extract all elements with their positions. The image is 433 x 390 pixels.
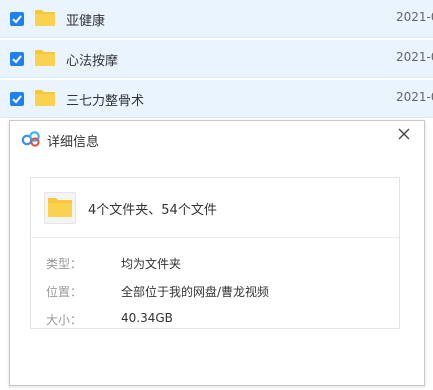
checkbox-checked-icon[interactable] (10, 92, 24, 106)
file-date: 2021-0 (396, 50, 433, 64)
selection-summary: 4个文件夹、54个文件 (88, 203, 217, 218)
location-label: 位置： (46, 285, 83, 299)
type-label: 类型： (46, 257, 83, 271)
size-label: 大小： (46, 313, 83, 327)
file-name[interactable]: 亚健康 (66, 10, 105, 29)
folder-icon (34, 89, 56, 107)
file-list: 亚健康 2021-0 心法按摩 2021-0 三七力整骨术 2021-0 (0, 0, 433, 120)
details-panel: 4个文件夹、54个文件 类型： 均为文件夹 位置： 全部位于我的网盘/曹龙视频 … (30, 177, 400, 329)
location-value: 全部位于我的网盘/曹龙视频 (121, 285, 270, 299)
close-icon[interactable] (397, 126, 411, 140)
file-row[interactable]: 心法按摩 2021-0 (0, 40, 433, 78)
folder-icon (34, 9, 56, 27)
baidu-netdisk-logo-icon (21, 131, 41, 147)
file-date: 2021-0 (396, 90, 433, 104)
checkbox-checked-icon[interactable] (10, 12, 24, 26)
divider (31, 237, 399, 238)
folder-icon (34, 49, 56, 67)
size-value: 40.34GB (121, 311, 173, 325)
file-name[interactable]: 心法按摩 (66, 50, 118, 69)
folder-icon (44, 192, 76, 224)
file-date: 2021-0 (396, 10, 433, 24)
file-name[interactable]: 三七力整骨术 (66, 90, 144, 109)
file-row[interactable]: 三七力整骨术 2021-0 (0, 80, 433, 118)
checkbox-checked-icon[interactable] (10, 52, 24, 66)
type-value: 均为文件夹 (121, 257, 182, 271)
dialog-title: 详细信息 (47, 134, 100, 149)
details-dialog: 详细信息 4个文件夹、54个文件 类型： 均为文件夹 位置： 全部位于我的网盘/… (9, 120, 425, 386)
file-row[interactable]: 亚健康 2021-0 (0, 0, 433, 38)
